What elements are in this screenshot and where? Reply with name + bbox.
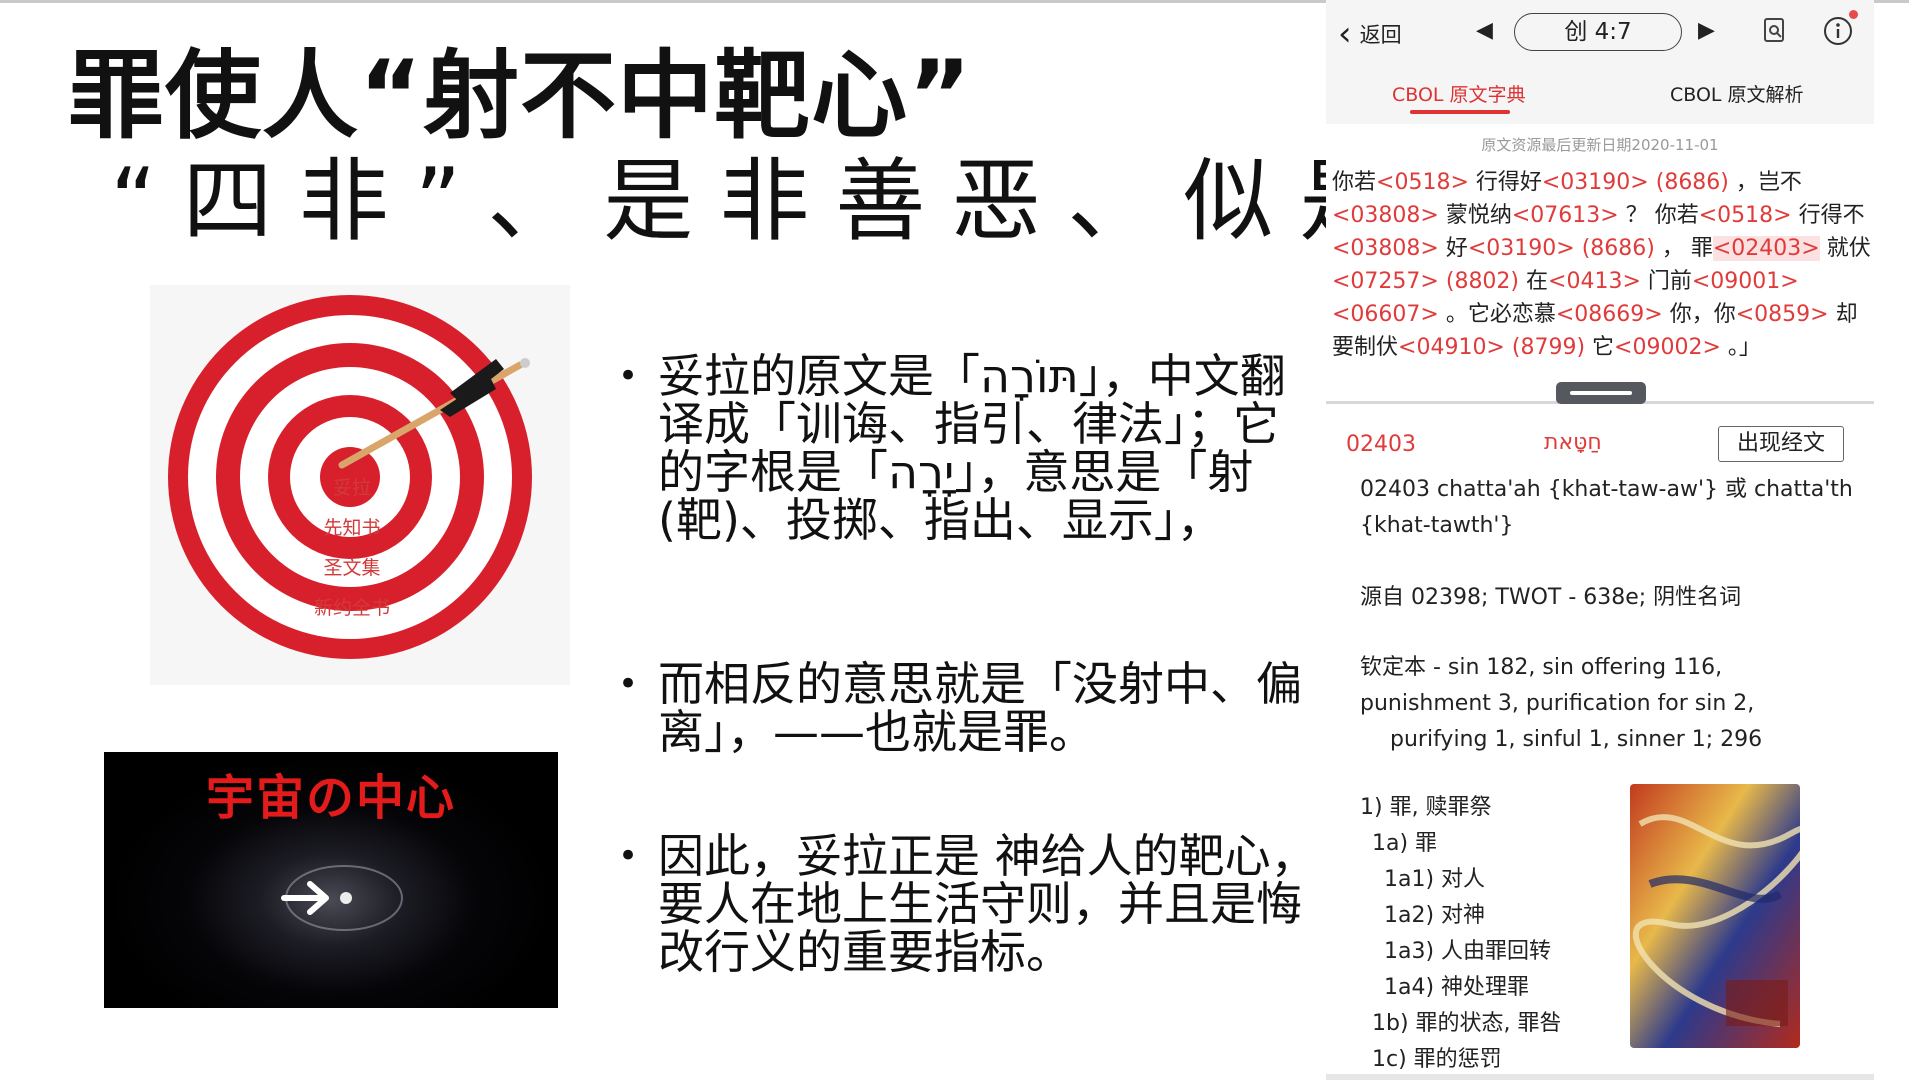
verse-segment: 。它必恋慕: [1438, 302, 1556, 327]
sense-list: 1) 罪, 赎罪祭 1a) 罪 1a1) 对人 1a2) 对神 1a3) 人由罪回转 1a…: [1360, 790, 1562, 1078]
strong-link[interactable]: <0413>: [1548, 269, 1641, 294]
kjv-line: punishment 3, purification for sin 2,: [1360, 691, 1755, 716]
next-verse-button[interactable]: ▶: [1698, 18, 1715, 43]
verse-reference-selector[interactable]: 创 4:7: [1514, 13, 1682, 51]
bottom-border: [1326, 1074, 1874, 1080]
sense-item: 1a) 罪: [1372, 831, 1438, 856]
verse-segment: [1575, 236, 1582, 261]
strong-link[interactable]: <06607>: [1332, 302, 1439, 327]
verse-segment: 你，你: [1662, 302, 1736, 327]
sense-item: 1) 罪, 赎罪祭: [1360, 795, 1492, 820]
arrow-icon: [281, 865, 403, 931]
strong-link[interactable]: <0518>: [1699, 203, 1792, 228]
galaxy-image: 宇宙の中心: [104, 752, 558, 1008]
verse-segment: 你若: [1332, 170, 1377, 195]
update-notice: 原文资源最后更新日期2020-11-01: [1481, 136, 1719, 154]
strong-link[interactable]: <07613>: [1512, 203, 1619, 228]
book-cover-image: [1630, 784, 1800, 1048]
verse-segment: [1649, 170, 1656, 195]
sense-item: 1c) 罪的惩罚: [1372, 1047, 1502, 1072]
verse-segment: 就伏: [1819, 236, 1871, 261]
galaxy-caption: 宇宙の中心: [205, 770, 456, 826]
target-image: 妥拉 先知书 圣文集 新约全书: [150, 285, 570, 685]
back-button[interactable]: ‹ 返回: [1338, 14, 1402, 54]
strong-link[interactable]: (8802): [1446, 269, 1519, 294]
sense-item: 1a1) 对人: [1384, 867, 1486, 892]
tab-cbol-dictionary[interactable]: CBOL 原文字典: [1392, 80, 1526, 114]
strong-number: 02403: [1346, 432, 1416, 457]
verse-segment: 好: [1438, 236, 1468, 261]
verse-segment: [1439, 269, 1446, 294]
bullet-item: • 妥拉的原文是「תּוֹרָה」，中文翻译成「训诲、指引、律法」；它的字根是「י…: [618, 349, 1286, 547]
occurrences-button[interactable]: 出现经文: [1718, 426, 1844, 462]
strong-link[interactable]: <09001>: [1692, 269, 1799, 294]
strong-link[interactable]: <08669>: [1556, 302, 1663, 327]
active-tab-indicator: [1410, 110, 1510, 114]
hebrew-word: חַטָּאת: [1544, 430, 1602, 455]
slide-title: 罪使人“射不中靶心”: [68, 40, 973, 152]
strong-link[interactable]: <03808>: [1332, 203, 1439, 228]
sense-item: 1b) 罪的状态, 罪咎: [1372, 1011, 1562, 1036]
strong-link[interactable]: <03808>: [1332, 236, 1439, 261]
target-label-new-testament: 新约全书: [313, 597, 390, 619]
strong-link[interactable]: <07257>: [1332, 269, 1439, 294]
verse-segment: [1505, 335, 1512, 360]
verse-segment: 在: [1519, 269, 1549, 294]
bullet-text: 而相反的意思就是「没射中、偏离」，——也就是罪。: [658, 657, 1302, 759]
strong-link[interactable]: <02403>: [1712, 236, 1820, 261]
transliteration-line: {khat-tawth'}: [1360, 513, 1514, 538]
target-label-writings: 圣文集: [323, 557, 381, 579]
previous-verse-button[interactable]: ◀: [1476, 18, 1493, 43]
bullet-item: • 而相反的意思就是「没射中、偏离」，——也就是罪。: [618, 657, 1302, 759]
back-label: 返回: [1359, 23, 1402, 47]
strong-link[interactable]: (8799): [1512, 335, 1585, 360]
strong-link[interactable]: <0859>: [1736, 302, 1829, 327]
phone-panel: ‹ 返回 ◀ 创 4:7 ▶ CBOL 原文字典 CBOL 原文解析 原文资源最…: [1326, 0, 1874, 1080]
target-label-torah: 妥拉: [332, 477, 371, 499]
sense-item: 1a4) 神处理罪: [1384, 975, 1530, 1000]
kjv-line: 钦定本 - sin 182, sin offering 116,: [1360, 655, 1723, 680]
kjv-line: purifying 1, sinful 1, sinner 1; 296: [1390, 727, 1763, 752]
verse-segment: 行得不: [1791, 203, 1865, 228]
tab-label: CBOL 原文解析: [1670, 84, 1804, 106]
verse-segment: 行得好: [1468, 170, 1542, 195]
tab-label: CBOL 原文字典: [1392, 84, 1526, 106]
verse-segment: 它: [1585, 335, 1615, 360]
strong-link[interactable]: (8686): [1656, 170, 1729, 195]
bullet-text: 妥拉的原文是「תּוֹרָה」，中文翻译成「训诲、指引、律法」；它的字根是「יָ…: [658, 349, 1286, 547]
transliteration-line: 02403 chatta'ah {khat-taw-aw'} 或 chatta'…: [1360, 477, 1853, 502]
strong-link[interactable]: (8686): [1582, 236, 1655, 261]
strong-link[interactable]: <04910>: [1398, 335, 1505, 360]
verse-segment: ， 罪: [1654, 236, 1713, 261]
notification-dot: [1849, 10, 1858, 19]
verse-segment: ？ 你若: [1618, 203, 1699, 228]
target-label-prophets: 先知书: [323, 517, 381, 539]
panel-resize-handle[interactable]: [1556, 382, 1646, 404]
word-source: 源自 02398; TWOT - 638e; 阴性名词: [1360, 585, 1742, 610]
verse-segment: 蒙悦纳: [1438, 203, 1512, 228]
sense-item: 1a3) 人由罪回转: [1384, 939, 1552, 964]
search-icon[interactable]: [1762, 17, 1788, 45]
verse-segment: 门前: [1640, 269, 1692, 294]
chevron-left-icon: ‹: [1338, 14, 1352, 54]
app-header: ‹ 返回 ◀ 创 4:7 ▶ CBOL 原文字典 CBOL 原文解析: [1326, 0, 1874, 124]
transliteration: 02403 chatta'ah {khat-taw-aw'} 或 chatta'…: [1360, 472, 1860, 544]
strong-link[interactable]: <03190>: [1468, 236, 1575, 261]
strong-link[interactable]: <09002>: [1614, 335, 1721, 360]
kjv-usage: 钦定本 - sin 182, sin offering 116, punishm…: [1360, 650, 1860, 758]
bullet-text: 因此，妥拉正是 神给人的靶心，要人在地上生活守则，并且是悔改行义的重要指标。: [658, 829, 1317, 979]
tab-cbol-parsing[interactable]: CBOL 原文解析: [1670, 80, 1804, 107]
bullet-item: • 因此，妥拉正是 神给人的靶心，要人在地上生活守则，并且是悔改行义的重要指标。: [618, 829, 1317, 979]
info-icon[interactable]: [1822, 15, 1854, 47]
sense-item: 1a2) 对神: [1384, 903, 1486, 928]
strong-link[interactable]: <0518>: [1376, 170, 1469, 195]
verse-text: 你若<0518> 行得好<03190> (8686) ，岂不 <03808> 蒙…: [1332, 166, 1872, 364]
verse-segment: 。」: [1720, 335, 1761, 360]
strong-link[interactable]: <03190>: [1542, 170, 1649, 195]
verse-segment: ，岂不: [1728, 170, 1802, 195]
